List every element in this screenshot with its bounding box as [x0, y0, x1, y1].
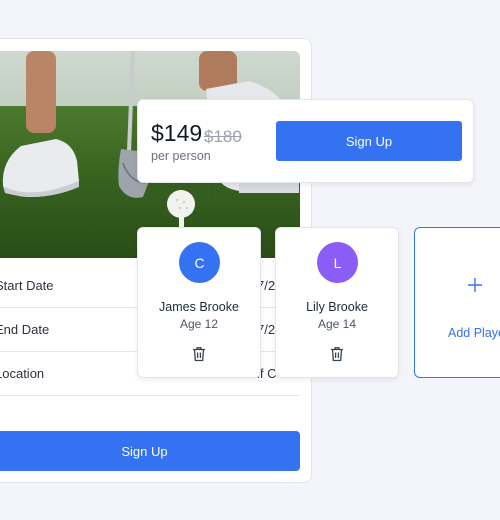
player-name: James Brooke	[159, 300, 239, 314]
price: $149	[151, 120, 203, 146]
player-card[interactable]: L Lily Brooke Age 14	[275, 227, 399, 378]
player-name: Lily Brooke	[306, 300, 368, 314]
original-price: $180	[204, 127, 242, 146]
price-unit: per person	[151, 149, 211, 163]
player-age: Age 14	[317, 317, 357, 331]
avatar: C	[179, 242, 220, 283]
avatar: L	[317, 242, 358, 283]
start-date-label: Start Date	[0, 278, 54, 293]
add-player-label: Add Player	[448, 326, 500, 340]
plus-icon	[468, 278, 482, 292]
add-player-card[interactable]: Add Player	[414, 227, 500, 378]
price-sign-up-button[interactable]: Sign Up	[276, 121, 462, 161]
trash-icon[interactable]	[330, 346, 344, 362]
player-age: Age 12	[179, 317, 219, 331]
location-label: Location	[0, 366, 45, 381]
sign-up-button[interactable]: Sign Up	[0, 431, 300, 471]
end-date-label: End Date	[0, 322, 50, 337]
trash-icon[interactable]	[192, 346, 206, 362]
player-card[interactable]: C James Brooke Age 12	[137, 227, 261, 378]
price-card: $149 $180 per person Sign Up	[137, 99, 474, 183]
